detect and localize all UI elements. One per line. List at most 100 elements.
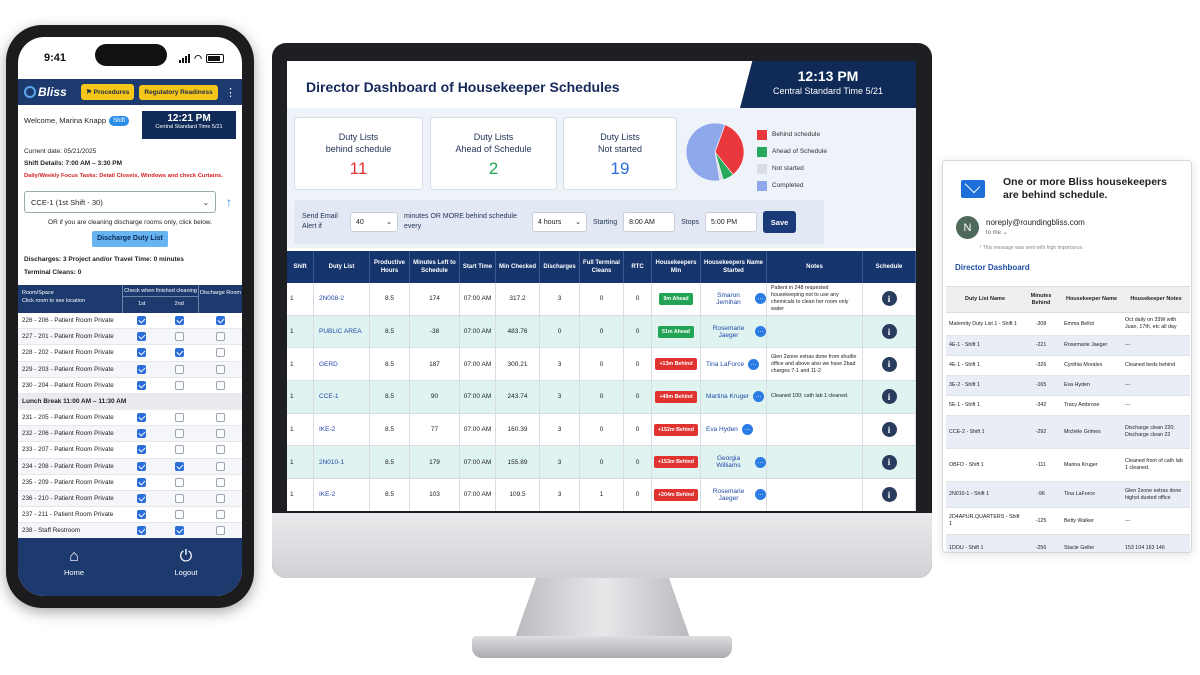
bliss-logo[interactable]: Bliss	[24, 85, 76, 99]
discharge-checkbox[interactable]	[215, 413, 225, 423]
room-name[interactable]: 236 - 210 - Patient Room Private	[18, 495, 122, 502]
second-clean-checkbox[interactable]	[174, 526, 184, 536]
more-menu-icon[interactable]: ⋮	[225, 86, 236, 99]
room-name[interactable]: 238 - Staff Restroom	[18, 527, 122, 534]
room-name[interactable]: 230 - 204 - Patient Room Private	[18, 382, 122, 389]
discharge-checkbox[interactable]	[215, 461, 225, 471]
duty-list-link[interactable]: CCE-1	[314, 381, 370, 413]
duty-list-link[interactable]: PUBLIC AREA	[314, 315, 370, 348]
second-clean-checkbox[interactable]	[174, 429, 184, 439]
regulatory-readiness-button[interactable]: Regulatory Readiness	[139, 84, 218, 100]
duty-list-link[interactable]: 2N008-2	[314, 283, 370, 315]
info-icon[interactable]: i	[881, 487, 897, 503]
info-icon[interactable]: i	[881, 324, 897, 340]
duty-list-link[interactable]: 2N010-1	[314, 446, 370, 479]
alert-stop-time-input[interactable]: 5:00 PM	[705, 212, 758, 232]
second-clean-checkbox[interactable]	[174, 461, 184, 471]
info-icon[interactable]: i	[881, 356, 897, 372]
second-clean-checkbox[interactable]	[174, 364, 184, 374]
room-name[interactable]: 228 - 202 - Patient Room Private	[18, 349, 122, 356]
housekeeper-name[interactable]: Smaron Jemihan	[706, 292, 751, 306]
first-clean-checkbox[interactable]	[136, 526, 146, 536]
shift-cell: 1	[287, 283, 314, 315]
first-clean-checkbox[interactable]	[136, 413, 146, 423]
first-clean-checkbox[interactable]	[136, 493, 146, 503]
second-clean-checkbox[interactable]	[174, 380, 184, 390]
discharge-checkbox[interactable]	[215, 445, 225, 455]
first-clean-checkbox[interactable]	[136, 316, 146, 326]
shift-dropdown[interactable]: CCE-1 (1st Shift - 30) ⌄	[24, 191, 216, 213]
behind-schedule-card[interactable]: Duty Lists behind schedule 11	[294, 117, 423, 190]
room-name[interactable]: 226 - 206 - Patient Room Private	[18, 317, 122, 324]
second-clean-checkbox[interactable]	[174, 332, 184, 342]
room-name[interactable]: 232 - 206 - Patient Room Private	[18, 430, 122, 437]
room-name[interactable]: 231 - 205 - Patient Room Private	[18, 414, 122, 421]
housekeeper-name[interactable]: Rosemarie Jaeger	[706, 488, 751, 502]
room-name[interactable]: 227 - 201 - Patient Room Private	[18, 333, 122, 340]
discharge-checkbox[interactable]	[215, 493, 225, 503]
chat-icon[interactable]: …	[755, 293, 766, 305]
ahead-schedule-card[interactable]: Duty Lists Ahead of Schedule 2	[430, 117, 557, 190]
second-clean-checkbox[interactable]	[174, 413, 184, 423]
chat-icon[interactable]: …	[748, 358, 760, 370]
discharge-checkbox[interactable]	[215, 348, 225, 358]
second-clean-checkbox[interactable]	[174, 493, 184, 503]
housekeeper-name[interactable]: Georgia Williams	[706, 455, 751, 469]
discharge-checkbox[interactable]	[215, 526, 225, 536]
discharge-checkbox[interactable]	[215, 380, 225, 390]
housekeeper-name[interactable]: Rosemarie Jaeger	[706, 325, 751, 339]
second-clean-checkbox[interactable]	[174, 510, 184, 520]
first-clean-checkbox[interactable]	[136, 477, 146, 487]
sender-address[interactable]: noreply@roundingbliss.com	[986, 216, 1085, 227]
room-name[interactable]: 233 - 207 - Patient Room Private	[18, 446, 122, 453]
save-button[interactable]: Save	[763, 211, 797, 233]
first-clean-checkbox[interactable]	[136, 348, 146, 358]
first-clean-checkbox[interactable]	[136, 332, 146, 342]
first-clean-checkbox[interactable]	[136, 510, 146, 520]
duty-list-link[interactable]: GERD	[314, 348, 370, 381]
room-name[interactable]: 229 - 203 - Patient Room Private	[18, 366, 122, 373]
second-clean-checkbox[interactable]	[174, 445, 184, 455]
room-name[interactable]: 234 - 208 - Patient Room Private	[18, 463, 122, 470]
tab-logout[interactable]: ⏻ Logout	[130, 538, 242, 596]
tab-home[interactable]: ⌂ Home	[18, 538, 130, 596]
room-name[interactable]: 235 - 209 - Patient Room Private	[18, 479, 122, 486]
alert-start-time-input[interactable]: 8:00 AM	[623, 212, 676, 232]
housekeeper-name[interactable]: Martina Kruger	[706, 393, 749, 400]
info-icon[interactable]: i	[881, 291, 897, 307]
discharge-checkbox[interactable]	[215, 332, 225, 342]
duty-list-link[interactable]: IKE-2	[314, 479, 370, 511]
procedures-button[interactable]: ⚑ Procedures	[81, 84, 135, 100]
discharge-checkbox[interactable]	[215, 429, 225, 439]
not-started-card[interactable]: Duty Lists Not started 19	[563, 117, 677, 190]
info-icon[interactable]: i	[881, 422, 897, 438]
info-icon[interactable]: i	[881, 389, 897, 405]
discharge-checkbox[interactable]	[215, 510, 225, 520]
discharge-checkbox[interactable]	[215, 477, 225, 487]
chat-icon[interactable]: …	[755, 326, 766, 338]
info-icon[interactable]: i	[881, 454, 897, 470]
discharge-checkbox[interactable]	[215, 364, 225, 374]
first-clean-checkbox[interactable]	[136, 380, 146, 390]
housekeeper-name[interactable]: Eva Hyden	[706, 426, 738, 433]
first-clean-checkbox[interactable]	[136, 461, 146, 471]
first-clean-checkbox[interactable]	[136, 429, 146, 439]
first-clean-checkbox[interactable]	[136, 445, 146, 455]
duty-list-link[interactable]: IKE-2	[314, 413, 370, 446]
up-arrow-icon[interactable]: ↑	[222, 195, 236, 209]
alert-interval-select[interactable]: 4 hours ⌄	[532, 212, 587, 232]
second-clean-checkbox[interactable]	[174, 316, 184, 326]
alert-minutes-select[interactable]: 40 ⌄	[350, 212, 398, 232]
shift-badge[interactable]: Shift	[108, 116, 129, 127]
chat-icon[interactable]: …	[741, 424, 753, 436]
chat-icon[interactable]: …	[755, 489, 766, 501]
room-name[interactable]: 237 - 211 - Patient Room Private	[18, 511, 122, 518]
chat-icon[interactable]: …	[753, 391, 764, 403]
second-clean-checkbox[interactable]	[174, 348, 184, 358]
second-clean-checkbox[interactable]	[174, 477, 184, 487]
housekeeper-name[interactable]: Tina LaForce	[706, 361, 744, 368]
first-clean-checkbox[interactable]	[136, 364, 146, 374]
discharge-duty-list-button[interactable]: Discharge Duty List	[92, 231, 168, 247]
chat-icon[interactable]: …	[755, 456, 766, 468]
discharge-checkbox[interactable]	[215, 316, 225, 326]
